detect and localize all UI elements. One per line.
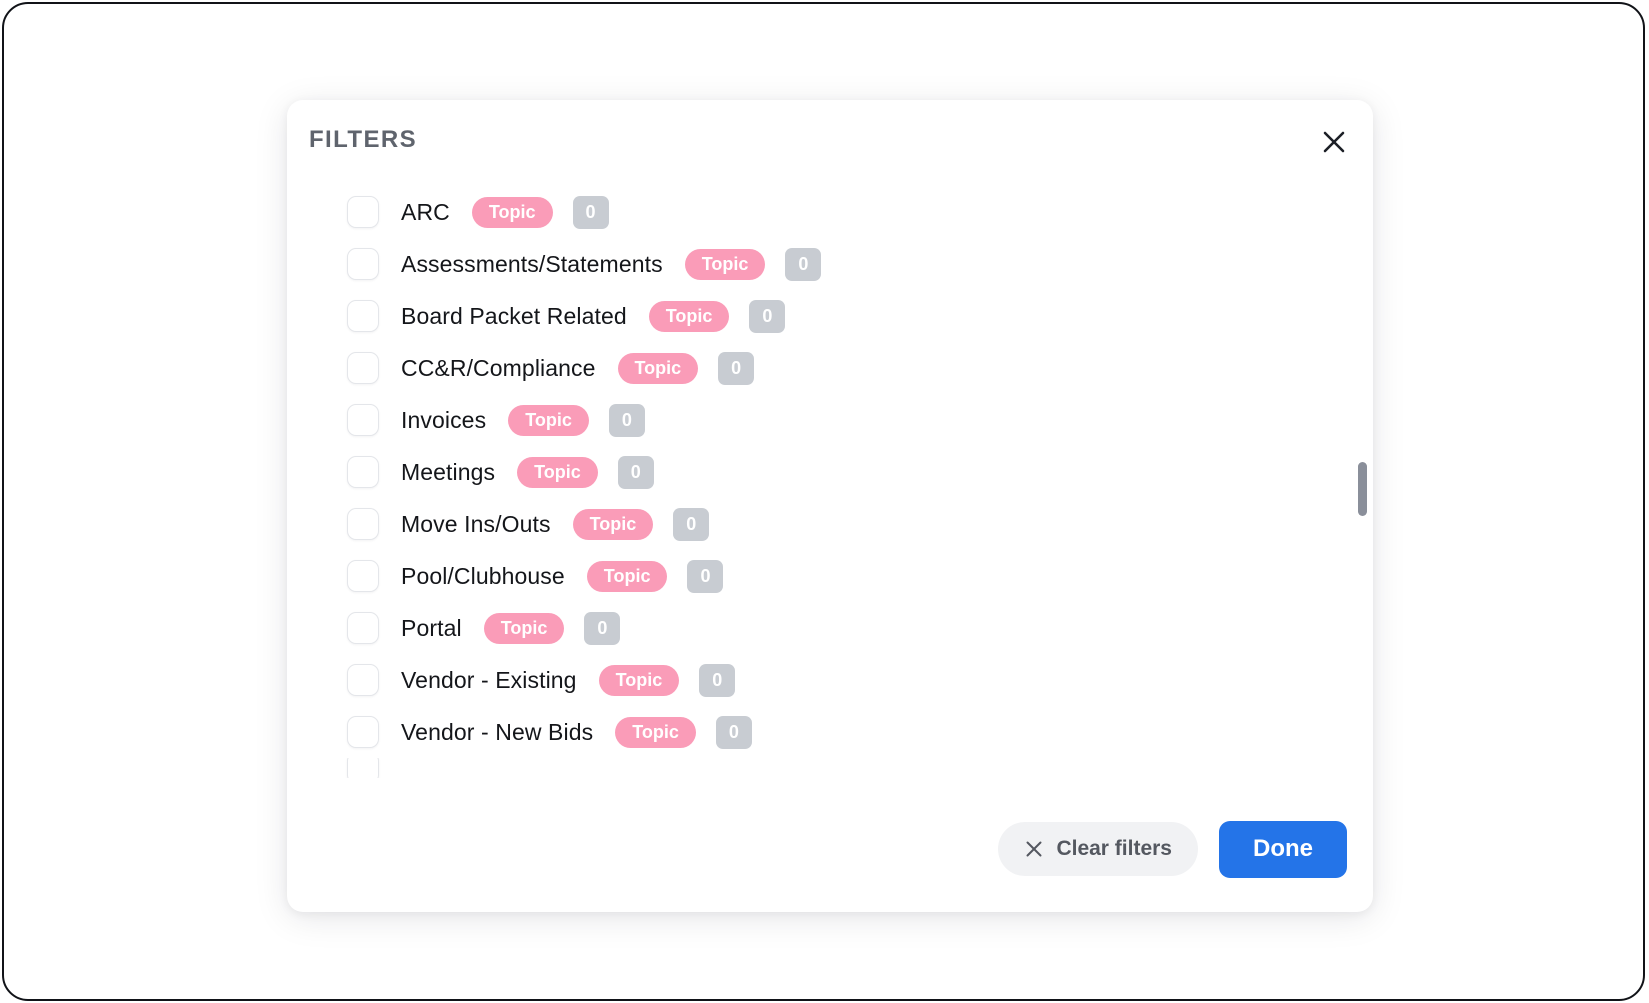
filter-count-badge: 0 xyxy=(673,507,710,541)
topic-tag-badge: Topic xyxy=(471,196,553,228)
clear-filters-label: Clear filters xyxy=(1056,837,1172,860)
topic-tag-badge: Topic xyxy=(517,456,598,488)
filter-label: CC&R/Compliance xyxy=(401,354,596,381)
close-button[interactable] xyxy=(1315,123,1353,161)
dialog-footer: Clear filters Done xyxy=(287,786,1373,912)
close-x-icon xyxy=(1026,841,1042,857)
filter-checkbox[interactable] xyxy=(347,758,379,778)
topic-tag-badge: Topic xyxy=(684,248,766,280)
filter-row[interactable]: Portal Topic 0 xyxy=(287,602,1373,654)
filter-count-badge: 0 xyxy=(608,403,645,437)
filter-checkbox[interactable] xyxy=(347,560,379,592)
filter-checkbox[interactable] xyxy=(347,196,379,228)
filters-list: ARC Topic 0 Assessments/Statements Topic 0 Boa… xyxy=(287,186,1373,778)
filters-dialog: FILTERS ARC Topic 0 Assessments/Statements T… xyxy=(287,100,1373,912)
filter-row[interactable]: Pool/Clubhouse Topic 0 xyxy=(287,550,1373,602)
app-window: FILTERS ARC Topic 0 Assessments/Statements T… xyxy=(2,2,1645,1001)
filter-count-badge: 0 xyxy=(718,351,755,385)
scrollbar-track[interactable] xyxy=(1357,188,1369,784)
filter-row[interactable]: Invoices Topic 0 xyxy=(287,394,1373,446)
topic-tag-badge: Topic xyxy=(483,612,565,644)
filter-checkbox[interactable] xyxy=(347,508,379,540)
close-icon xyxy=(1323,131,1345,153)
filter-label: Pool/Clubhouse xyxy=(401,562,565,589)
filter-row-partial[interactable] xyxy=(287,758,1373,778)
done-button[interactable]: Done xyxy=(1219,820,1347,878)
filter-label: Move Ins/Outs xyxy=(401,510,551,537)
filter-count-badge: 0 xyxy=(687,559,724,593)
filter-checkbox[interactable] xyxy=(347,248,379,280)
filter-label: Vendor - Existing xyxy=(401,666,577,693)
filter-count-badge: 0 xyxy=(699,663,736,697)
clear-filters-button[interactable]: Clear filters xyxy=(998,822,1198,876)
filter-count-badge: 0 xyxy=(572,195,609,229)
filter-count-badge: 0 xyxy=(584,611,621,645)
filter-label: ARC xyxy=(401,198,450,225)
filter-checkbox[interactable] xyxy=(347,404,379,436)
filter-row[interactable]: Move Ins/Outs Topic 0 xyxy=(287,498,1373,550)
topic-tag-badge: Topic xyxy=(572,508,654,540)
dialog-header: FILTERS xyxy=(287,100,1373,186)
filter-count-badge: 0 xyxy=(617,455,654,489)
filter-row[interactable]: Board Packet Related Topic 0 xyxy=(287,290,1373,342)
filter-checkbox[interactable] xyxy=(347,612,379,644)
filter-checkbox[interactable] xyxy=(347,352,379,384)
filter-count-badge: 0 xyxy=(785,247,822,281)
topic-tag-badge: Topic xyxy=(615,716,696,748)
scrollbar-thumb[interactable] xyxy=(1358,462,1367,516)
filter-row[interactable]: Vendor - New Bids Topic 0 xyxy=(287,706,1373,758)
filter-row[interactable]: Vendor - Existing Topic 0 xyxy=(287,654,1373,706)
filter-label: Invoices xyxy=(401,406,487,433)
topic-tag-badge: Topic xyxy=(648,300,730,332)
filter-label: Portal xyxy=(401,614,462,641)
topic-tag-badge: Topic xyxy=(586,560,668,592)
filter-label: Assessments/Statements xyxy=(401,250,663,277)
filter-checkbox[interactable] xyxy=(347,456,379,488)
filter-label: Vendor - New Bids xyxy=(401,718,594,745)
topic-tag-badge: Topic xyxy=(617,352,699,384)
filter-label: Board Packet Related xyxy=(401,302,627,329)
filter-row[interactable]: ARC Topic 0 xyxy=(287,186,1373,238)
filter-checkbox[interactable] xyxy=(347,716,379,748)
dialog-title: FILTERS xyxy=(309,126,418,153)
filter-row[interactable]: Meetings Topic 0 xyxy=(287,446,1373,498)
filter-count-badge: 0 xyxy=(749,299,786,333)
topic-tag-badge: Topic xyxy=(508,404,589,436)
filter-row[interactable]: Assessments/Statements Topic 0 xyxy=(287,238,1373,290)
filter-row[interactable]: CC&R/Compliance Topic 0 xyxy=(287,342,1373,394)
filter-label: Meetings xyxy=(401,458,496,485)
topic-tag-badge: Topic xyxy=(598,664,680,696)
filter-checkbox[interactable] xyxy=(347,300,379,332)
filter-checkbox[interactable] xyxy=(347,664,379,696)
filters-list-scroll-area[interactable]: ARC Topic 0 Assessments/Statements Topic 0 Boa… xyxy=(287,186,1373,786)
filter-count-badge: 0 xyxy=(715,715,752,749)
